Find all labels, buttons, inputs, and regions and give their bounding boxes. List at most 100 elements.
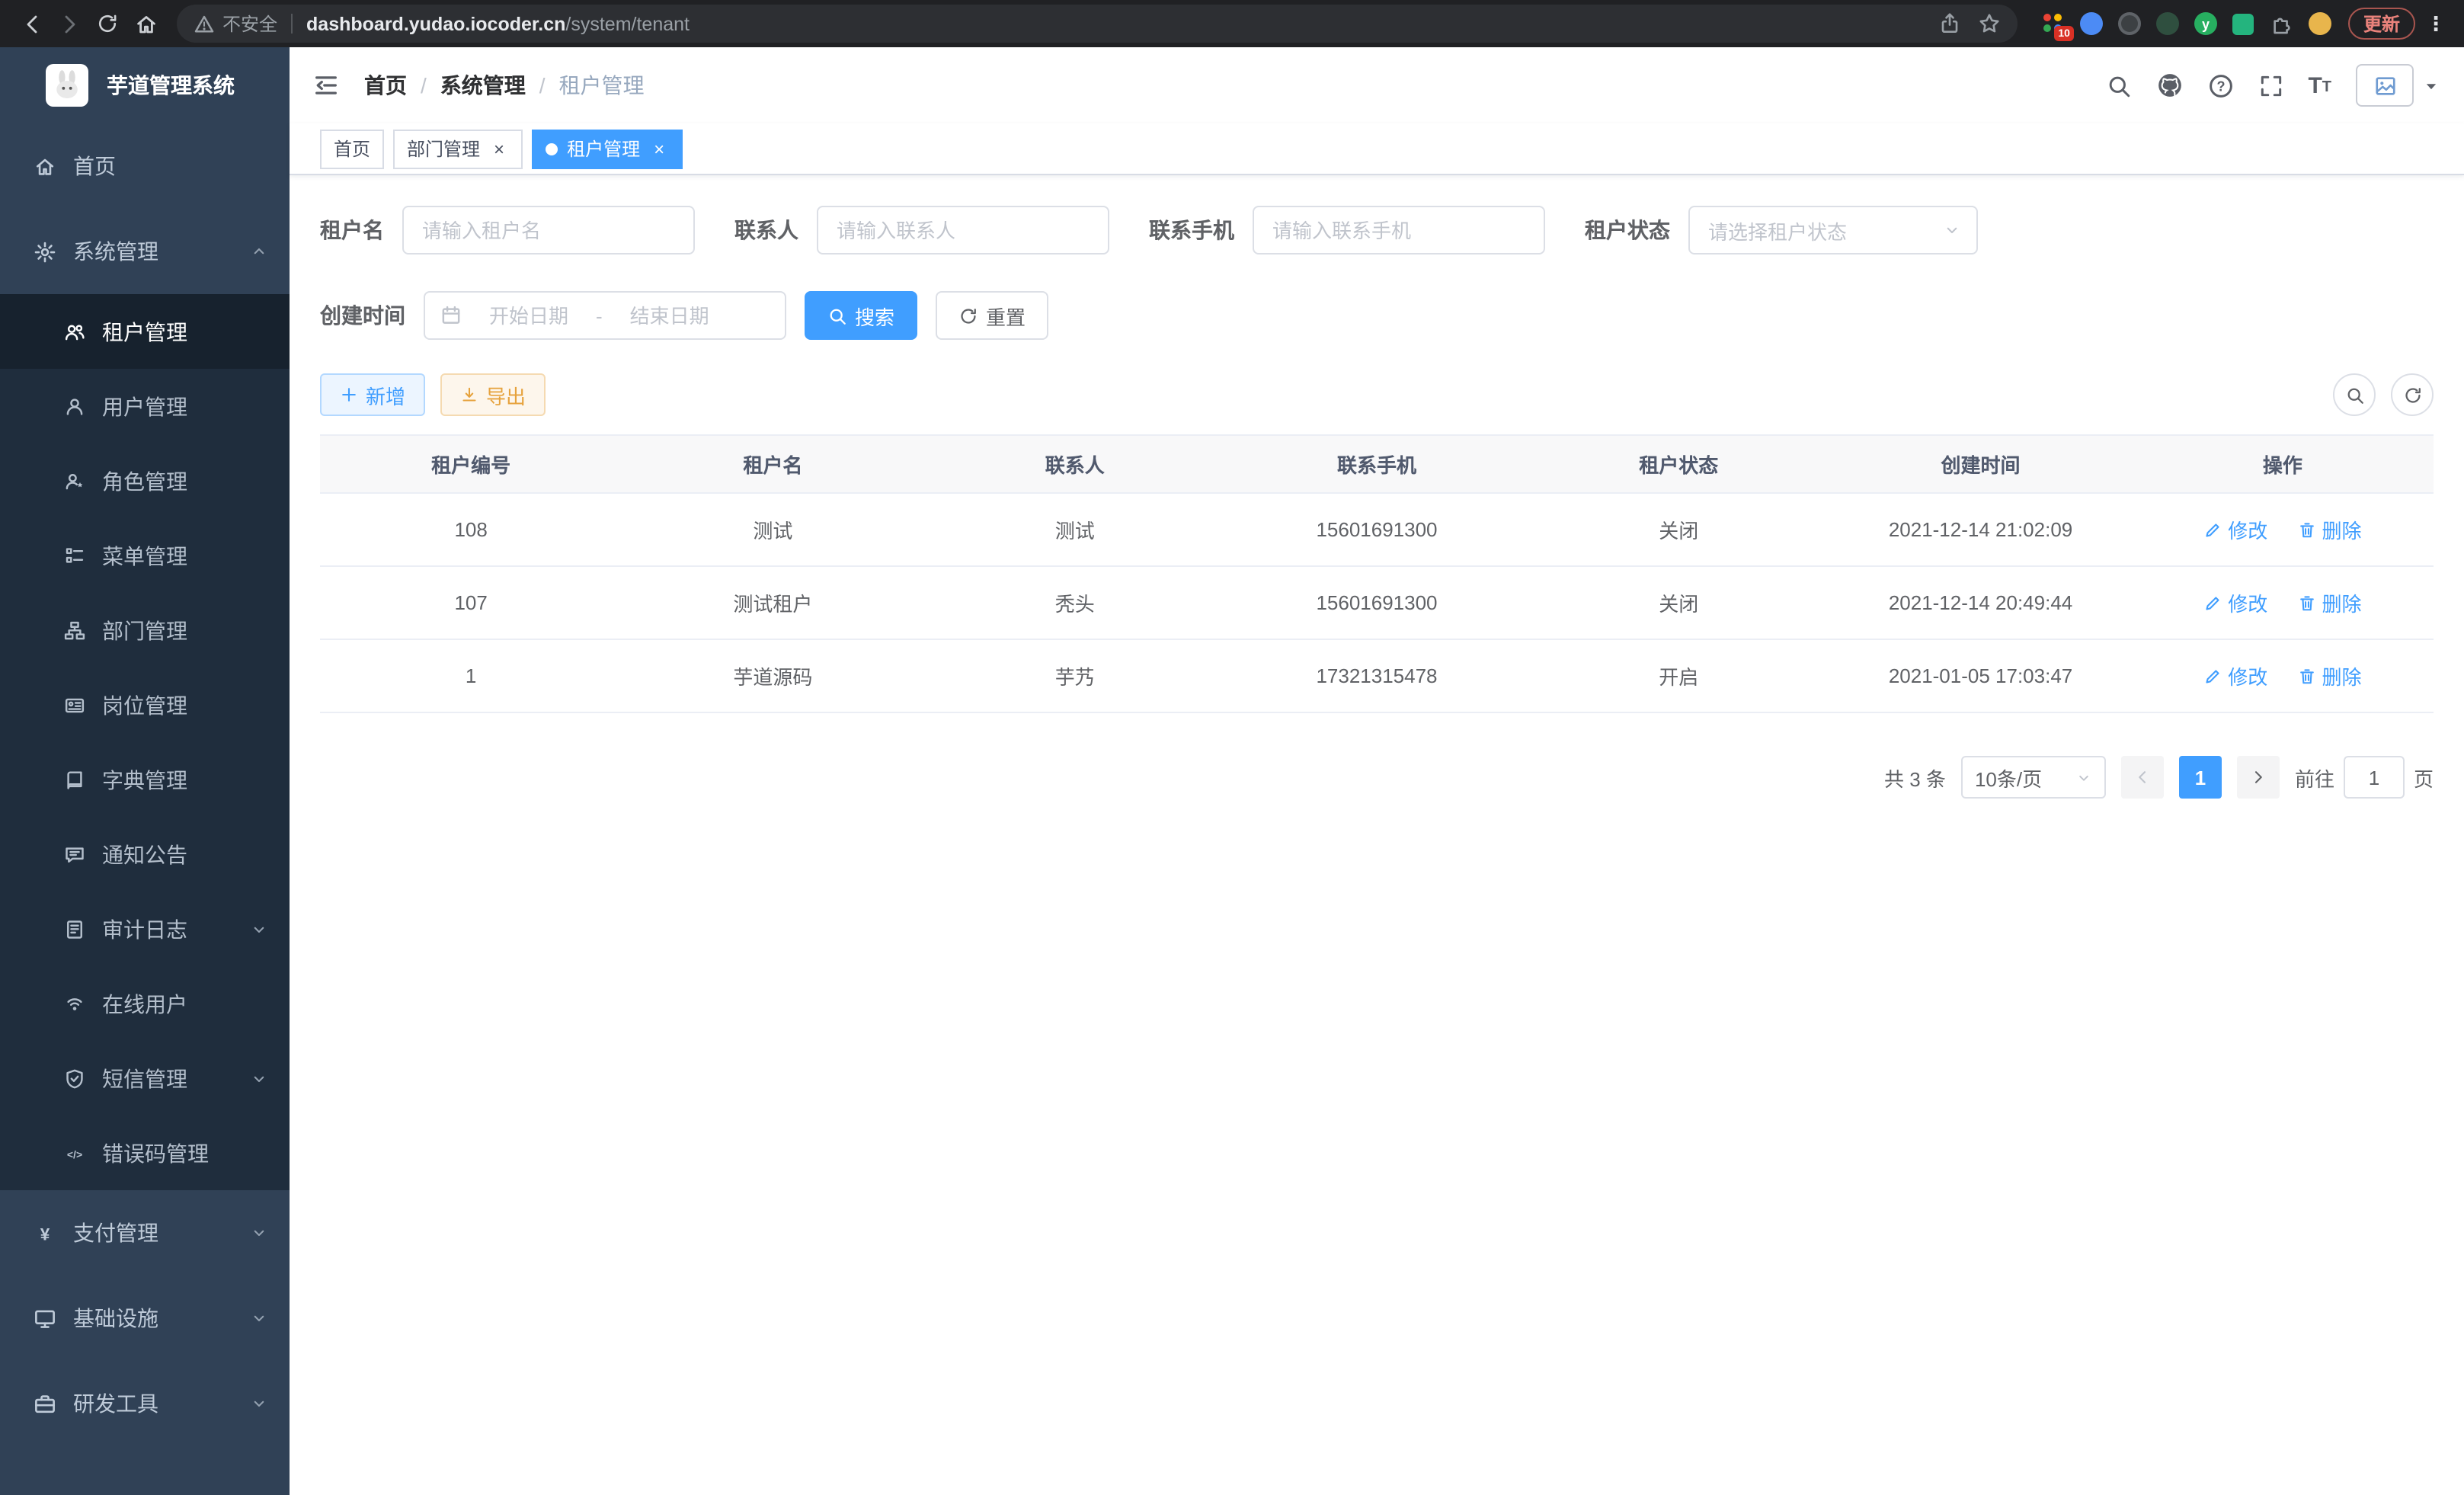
table-header-row: 租户编号 租户名 联系人 联系手机 租户状态 创建时间 操作 [320, 435, 2434, 493]
app-title: 芋道管理系统 [107, 70, 235, 101]
goto-page-input[interactable] [2344, 756, 2405, 799]
sidebar-item-tenant[interactable]: 租户管理 [0, 294, 290, 369]
sidebar-collapse-icon[interactable] [312, 72, 340, 99]
header-search-icon[interactable] [2105, 72, 2131, 98]
address-bar[interactable]: 不安全 dashboard.yudao.iocoder.cn/system/te… [177, 5, 2018, 43]
col-actions: 操作 [2132, 435, 2434, 493]
pagination: 共 3 条 10条/页 1 前往 页 [320, 756, 2434, 799]
browser-back-icon[interactable] [12, 5, 50, 43]
extension-blue-icon[interactable] [2078, 11, 2104, 37]
sidebar-item-devtools[interactable]: 研发工具 [0, 1361, 290, 1446]
security-label: 不安全 [222, 11, 277, 37]
user-menu[interactable] [2356, 64, 2440, 107]
add-button[interactable]: 新增 [320, 373, 425, 416]
sidebar-item-home[interactable]: 首页 [0, 123, 290, 209]
sidebar-item-role[interactable]: 角色管理 [0, 443, 290, 518]
col-contact: 联系人 [924, 435, 1226, 493]
extension-green-circle-icon[interactable]: y [2193, 11, 2219, 37]
contact-label: 联系人 [734, 215, 798, 245]
breadcrumb-home[interactable]: 首页 [364, 70, 407, 101]
svg-text:¥: ¥ [40, 1224, 50, 1243]
github-icon[interactable] [2155, 72, 2183, 99]
sidebar-item-menu[interactable]: 菜单管理 [0, 518, 290, 593]
sidebar-item-online[interactable]: 在线用户 [0, 966, 290, 1041]
toggle-search-button[interactable] [2333, 373, 2376, 416]
extension-dark2-icon[interactable] [2155, 11, 2181, 37]
close-icon[interactable]: × [489, 139, 509, 158]
sidebar-item-notice[interactable]: 通知公告 [0, 817, 290, 892]
edit-link[interactable]: 修改 [2203, 515, 2267, 544]
tab-home[interactable]: 首页 [320, 129, 384, 168]
browser-update-button[interactable]: 更新 [2348, 8, 2415, 40]
browser-forward-icon[interactable] [50, 5, 88, 43]
trash-icon [2297, 667, 2315, 685]
phone-input[interactable] [1253, 206, 1545, 255]
page-number-1[interactable]: 1 [2179, 756, 2222, 799]
close-icon[interactable]: × [649, 139, 669, 158]
sidebar-item-sms[interactable]: 短信管理 [0, 1041, 290, 1116]
goto-label: 前往 [2295, 763, 2334, 792]
help-icon[interactable]: ? [2207, 72, 2233, 98]
page-size-select[interactable]: 10条/页 [1961, 756, 2106, 799]
prev-page-button[interactable] [2121, 756, 2164, 799]
browser-menu-icon[interactable]: ⋮ [2420, 11, 2452, 36]
breadcrumb-separator: / [539, 73, 546, 98]
extension-colorful-icon[interactable]: 10 [2040, 11, 2066, 37]
browser-refresh-icon[interactable] [88, 5, 126, 43]
avatar [2356, 64, 2414, 107]
breadcrumb: 首页 / 系统管理 / 租户管理 [364, 70, 645, 101]
monitor-icon [34, 1307, 56, 1330]
contact-input[interactable] [817, 206, 1109, 255]
bookmark-star-icon[interactable] [1978, 12, 2001, 35]
font-size-icon[interactable]: TT [2308, 74, 2331, 97]
sidebar-item-pay[interactable]: ¥ 支付管理 [0, 1190, 290, 1276]
delete-link[interactable]: 删除 [2297, 588, 2361, 617]
app-logo[interactable]: 芋道管理系统 [0, 47, 290, 123]
home-icon [34, 155, 56, 178]
search-button[interactable]: 搜索 [805, 291, 917, 340]
document-icon [64, 918, 85, 940]
pencil-icon [2203, 520, 2222, 539]
share-icon[interactable] [1938, 12, 1961, 35]
tenant-name-input[interactable] [402, 206, 695, 255]
sidebar-item-post[interactable]: 岗位管理 [0, 667, 290, 742]
edit-link[interactable]: 修改 [2203, 588, 2267, 617]
table-row: 107 测试租户 秃头 15601691300 关闭 2021-12-14 20… [320, 566, 2434, 639]
sidebar-item-auditlog[interactable]: 审计日志 [0, 892, 290, 966]
reset-button[interactable]: 重置 [936, 291, 1048, 340]
sidebar-item-errorcode[interactable]: </> 错误码管理 [0, 1116, 290, 1190]
sidebar: 芋道管理系统 首页 系统管理 租户管理 用户管理 [0, 47, 290, 1495]
sidebar-item-infra[interactable]: 基础设施 [0, 1276, 290, 1361]
date-start-input[interactable] [472, 304, 585, 327]
status-select[interactable]: 请选择租户状态 [1688, 206, 1978, 255]
search-icon [827, 306, 847, 325]
chevron-down-icon [250, 1394, 268, 1413]
fullscreen-icon[interactable] [2258, 72, 2283, 98]
sidebar-item-system[interactable]: 系统管理 [0, 209, 290, 294]
extension-puzzle-icon[interactable] [2269, 11, 2295, 37]
sidebar-item-user[interactable]: 用户管理 [0, 369, 290, 443]
trash-icon [2297, 594, 2315, 612]
extension-dark1-icon[interactable] [2117, 11, 2142, 37]
tab-dept[interactable]: 部门管理 × [393, 129, 523, 168]
navbar-actions: ? TT [2105, 64, 2440, 107]
date-end-input[interactable] [613, 304, 726, 327]
edit-link[interactable]: 修改 [2203, 661, 2267, 690]
tab-tenant[interactable]: 租户管理 × [532, 129, 683, 168]
date-range-picker[interactable]: - [424, 291, 786, 340]
system-submenu: 租户管理 用户管理 角色管理 菜单管理 部门管理 [0, 294, 290, 1190]
breadcrumb-system[interactable]: 系统管理 [440, 70, 526, 101]
delete-link[interactable]: 删除 [2297, 515, 2361, 544]
export-button[interactable]: 导出 [440, 373, 546, 416]
refresh-table-button[interactable] [2391, 373, 2434, 416]
extension-face-icon[interactable] [2307, 11, 2333, 37]
next-page-button[interactable] [2237, 756, 2280, 799]
col-tenant-id: 租户编号 [320, 435, 622, 493]
extension-green-square-icon[interactable] [2231, 11, 2257, 37]
trash-icon [2297, 520, 2315, 539]
sidebar-item-dept[interactable]: 部门管理 [0, 593, 290, 667]
chevron-up-icon [250, 242, 268, 261]
delete-link[interactable]: 删除 [2297, 661, 2361, 690]
browser-home-icon[interactable] [126, 5, 165, 43]
sidebar-item-dict[interactable]: 字典管理 [0, 742, 290, 817]
